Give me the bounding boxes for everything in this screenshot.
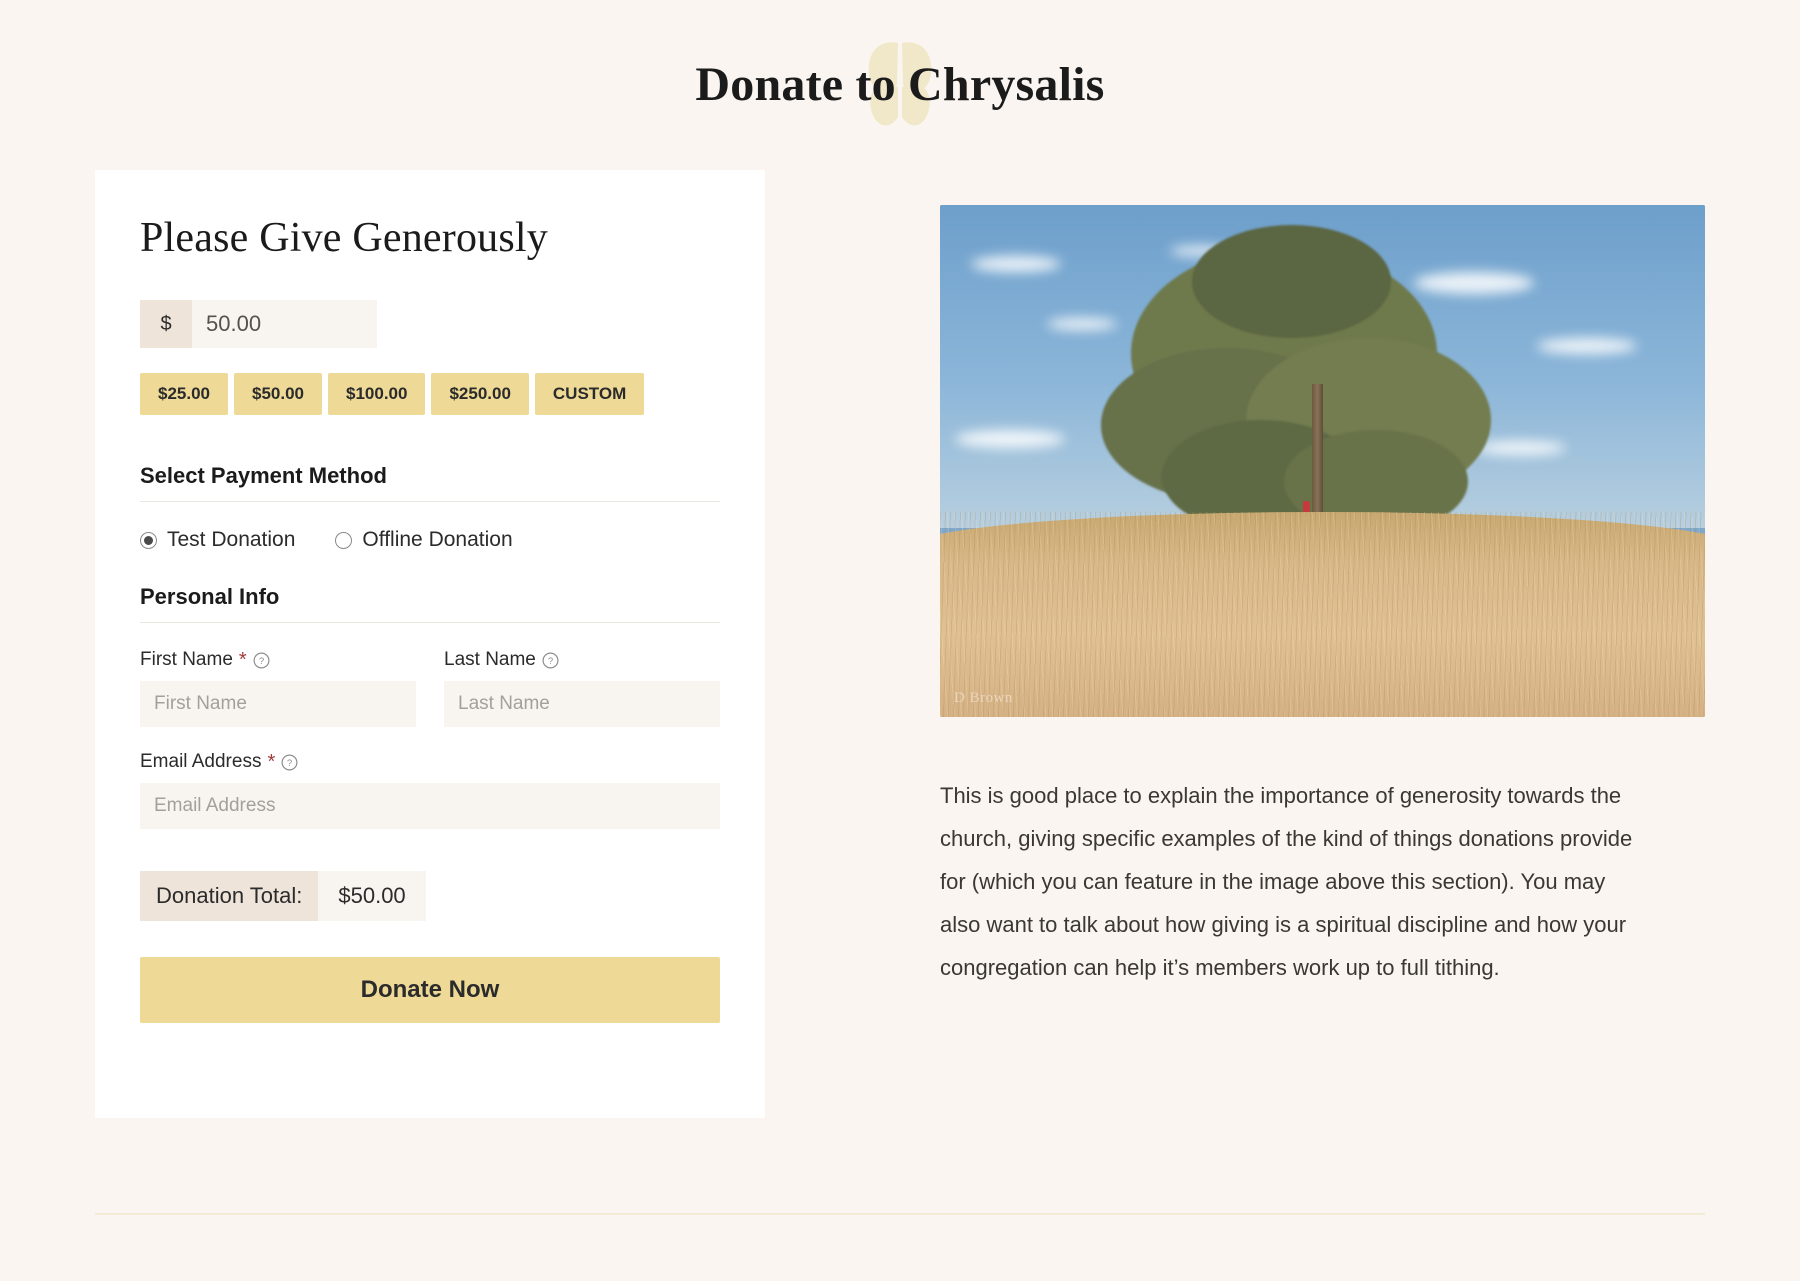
grass-texture — [940, 512, 1705, 717]
name-field-row: First Name * ? Last Name — [140, 649, 720, 728]
last-name-label-row: Last Name ? — [444, 649, 720, 671]
payment-option-offline-donation[interactable]: Offline Donation — [335, 528, 513, 552]
email-label-row: Email Address * ? — [140, 751, 720, 773]
currency-symbol: $ — [140, 300, 192, 348]
donation-amount-row: $ — [140, 300, 380, 348]
first-name-field-group: First Name * ? — [140, 649, 416, 728]
svg-text:?: ? — [548, 656, 553, 667]
amount-button-50[interactable]: $50.00 — [234, 373, 322, 416]
email-input[interactable] — [140, 783, 720, 830]
required-asterisk: * — [238, 649, 247, 672]
personal-info-title: Personal Info — [140, 584, 280, 610]
donate-now-button[interactable]: Donate Now — [140, 957, 720, 1024]
email-field-group: Email Address * ? — [140, 751, 720, 830]
donation-page: Donate to Chrysalis Please Give Generous… — [0, 0, 1800, 1281]
aside-column: D Brown This is good place to explain th… — [940, 170, 1705, 989]
donation-total-row: Donation Total: $50.00 — [140, 871, 426, 922]
payment-method-divider — [140, 501, 720, 503]
form-heading: Please Give Generously — [140, 215, 548, 261]
photo-watermark: D Brown — [954, 690, 1013, 706]
personal-info-divider — [140, 622, 720, 624]
cloud — [1475, 440, 1566, 455]
main-content: Please Give Generously $ $25.00 $50.00 $… — [0, 170, 1800, 1118]
email-label: Email Address — [140, 751, 262, 773]
help-circle-icon[interactable]: ? — [542, 652, 559, 669]
cloud — [1047, 317, 1118, 330]
payment-option-label: Test Donation — [167, 528, 296, 552]
tree-canopy — [1192, 225, 1392, 339]
donation-total-value: $50.00 — [318, 871, 426, 922]
svg-text:?: ? — [259, 656, 264, 667]
payment-method-title: Select Payment Method — [140, 463, 387, 489]
svg-text:?: ? — [287, 758, 292, 769]
help-circle-icon[interactable]: ? — [281, 754, 298, 771]
payment-method-options: Test Donation Offline Donation — [140, 528, 720, 552]
radio-icon-unselected[interactable] — [335, 531, 353, 549]
first-name-label: First Name — [140, 649, 233, 671]
amount-button-25[interactable]: $25.00 — [140, 373, 228, 416]
radio-icon-selected[interactable] — [140, 531, 157, 549]
amount-button-100[interactable]: $100.00 — [328, 373, 426, 416]
cloud — [1536, 338, 1637, 355]
required-asterisk: * — [267, 751, 276, 774]
tree-photo: D Brown — [940, 205, 1705, 717]
last-name-label: Last Name — [444, 649, 536, 671]
field-spacer — [140, 735, 720, 751]
help-circle-icon[interactable]: ? — [253, 652, 270, 669]
cloud — [1414, 271, 1535, 294]
last-name-input[interactable] — [444, 681, 720, 728]
donation-amount-input[interactable] — [192, 300, 377, 348]
preset-amount-buttons: $25.00 $50.00 $100.00 $250.00 CUSTOM — [140, 373, 720, 416]
site-header: Donate to Chrysalis — [0, 0, 1800, 170]
amount-button-250[interactable]: $250.00 — [431, 373, 529, 416]
page-title: Donate to Chrysalis — [695, 58, 1105, 111]
donation-total-label: Donation Total: — [140, 871, 319, 922]
title-wrap: Donate to Chrysalis — [695, 42, 1105, 126]
last-name-field-group: Last Name ? — [444, 649, 720, 728]
payment-option-test-donation[interactable]: Test Donation — [140, 528, 295, 552]
payment-option-label: Offline Donation — [362, 528, 513, 552]
first-name-input[interactable] — [140, 681, 416, 728]
footer-divider — [95, 1213, 1705, 1215]
first-name-label-row: First Name * ? — [140, 649, 416, 671]
aside-paragraph: This is good place to explain the import… — [940, 783, 1633, 980]
donation-form-card: Please Give Generously $ $25.00 $50.00 $… — [95, 170, 765, 1118]
cloud — [970, 256, 1061, 273]
amount-button-custom[interactable]: CUSTOM — [534, 373, 645, 416]
